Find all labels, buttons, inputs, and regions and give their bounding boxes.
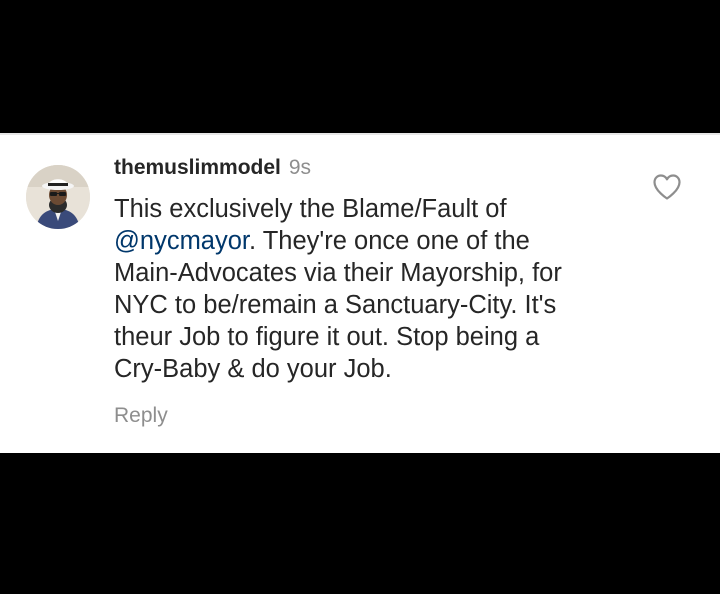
bottom-black-band: [0, 453, 720, 594]
heart-outline-icon[interactable]: [652, 173, 682, 201]
comment-header: themuslimmodel 9s: [114, 155, 634, 181]
comment-text-part-1: This exclusively the Blame/Fault of: [114, 195, 507, 223]
username-link[interactable]: themuslimmodel: [114, 156, 281, 179]
comment-text: This exclusively the Blame/Fault of @nyc…: [114, 193, 634, 385]
top-black-band: [0, 0, 720, 133]
timestamp: 9s: [288, 156, 312, 179]
comment-card: themuslimmodel 9s This exclusively the Bl…: [0, 133, 720, 453]
reply-button[interactable]: Reply: [114, 403, 168, 429]
avatar[interactable]: [26, 165, 90, 229]
comment-body: themuslimmodel 9s This exclusively the Bl…: [114, 155, 634, 429]
mention-link[interactable]: @nycmayor: [114, 227, 249, 255]
avatar-image: [26, 165, 90, 229]
